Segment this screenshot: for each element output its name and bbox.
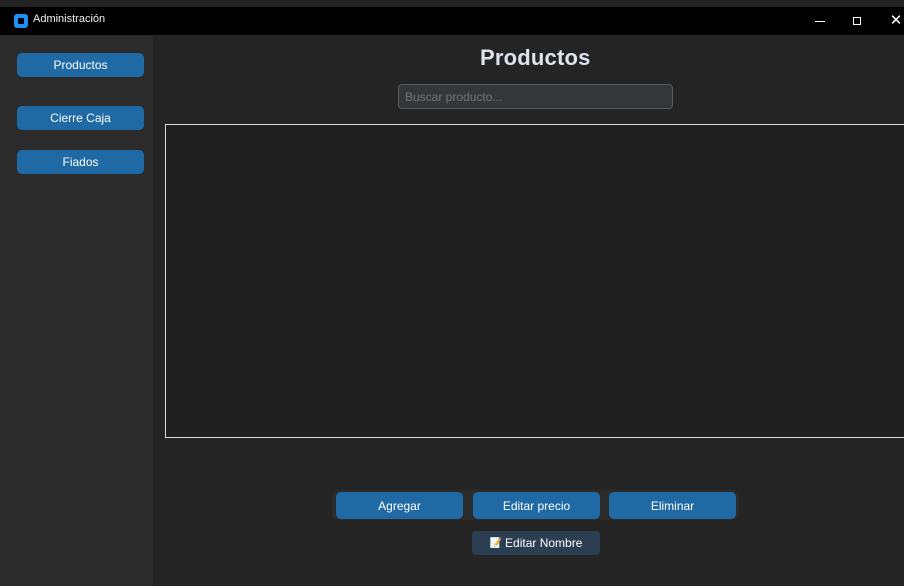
- sidebar-item-fiados[interactable]: Fiados: [17, 150, 144, 174]
- edit-price-button[interactable]: Editar precio: [473, 492, 600, 519]
- sidebar: Productos Cierre Caja Fiados: [0, 35, 153, 586]
- delete-button[interactable]: Eliminar: [609, 492, 736, 519]
- add-button[interactable]: Agregar: [336, 492, 463, 519]
- sidebar-item-productos[interactable]: Productos: [17, 53, 144, 77]
- app-icon: [14, 14, 28, 28]
- maximize-icon: [853, 17, 861, 25]
- window-title: Administración: [33, 13, 106, 25]
- close-button[interactable]: ✕: [884, 10, 904, 32]
- title-bar: Administración ✕: [0, 7, 904, 35]
- action-button-bar: Agregar Editar precio Eliminar: [332, 490, 739, 520]
- page-title: Productos: [480, 45, 591, 70]
- minimize-button[interactable]: [808, 10, 832, 32]
- edit-name-label: Editar Nombre: [505, 536, 583, 550]
- search-input[interactable]: [398, 84, 673, 109]
- edit-icon: 📝: [489, 538, 503, 549]
- edit-name-button[interactable]: 📝 Editar Nombre: [472, 531, 600, 555]
- product-list[interactable]: [165, 124, 904, 438]
- sidebar-item-cierre-caja[interactable]: Cierre Caja: [17, 106, 144, 130]
- main-panel: Productos Agregar Editar precio Eliminar…: [153, 35, 904, 586]
- maximize-button[interactable]: [845, 10, 869, 32]
- minimize-icon: [815, 20, 825, 22]
